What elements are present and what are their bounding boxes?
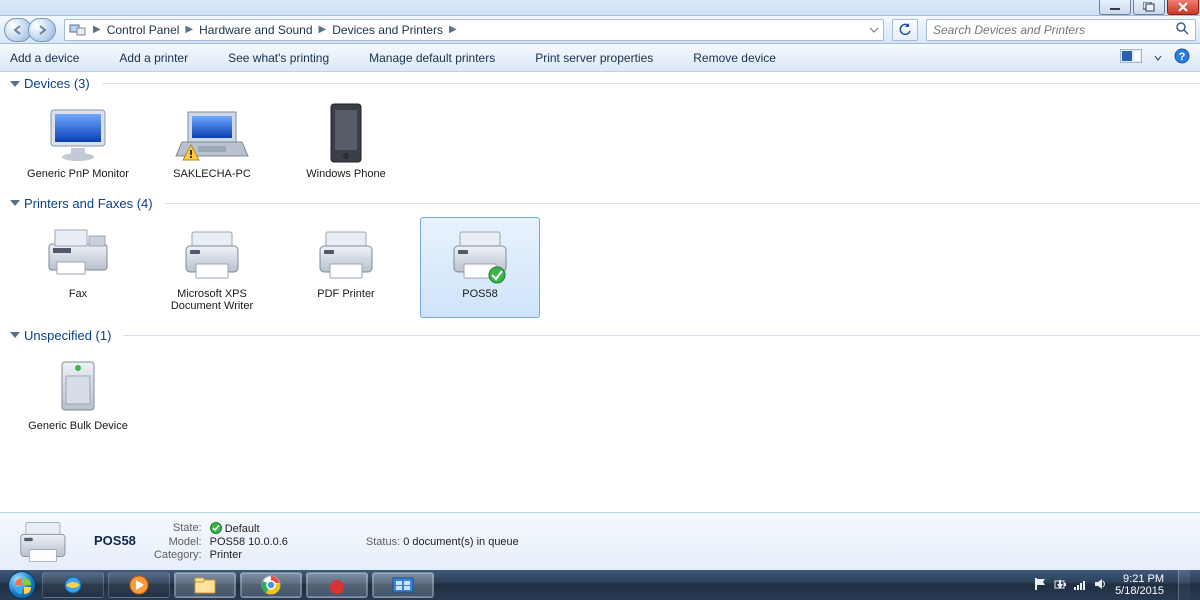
details-status-value: 0 document(s) in queue [403, 536, 519, 548]
search-input[interactable] [933, 23, 1175, 37]
printer-label: Fax [69, 288, 87, 301]
printer-item-xps[interactable]: Microsoft XPS Document Writer [152, 217, 272, 318]
group-unspecified: Unspecified (1) Generic Bulk Device [8, 328, 1200, 438]
minimize-button[interactable] [1099, 0, 1131, 15]
warning-badge-icon [182, 144, 200, 162]
tray-volume-icon[interactable] [1093, 577, 1107, 594]
monitor-icon [38, 102, 118, 166]
group-header-devices[interactable]: Devices (3) [8, 76, 1200, 91]
printer-item-fax[interactable]: Fax [18, 217, 138, 318]
group-header-printers[interactable]: Printers and Faxes (4) [8, 196, 1200, 211]
group-title: Printers and Faxes (4) [24, 196, 153, 211]
refresh-button[interactable] [892, 19, 918, 41]
printer-label: PDF Printer [317, 288, 374, 301]
device-label: Generic PnP Monitor [27, 168, 129, 181]
laptop-icon [172, 102, 252, 166]
content-area: Devices (3) Generic PnP Monitor SAKLECHA… [0, 72, 1200, 512]
device-item-monitor[interactable]: Generic PnP Monitor [18, 97, 138, 186]
taskbar-ie[interactable] [42, 572, 104, 598]
details-printer-icon [12, 518, 76, 566]
details-category-value: Printer [210, 549, 288, 561]
device-item-bulk[interactable]: Generic Bulk Device [18, 349, 138, 438]
cmd-server-props[interactable]: Print server properties [535, 51, 653, 65]
group-header-unspecified[interactable]: Unspecified (1) [8, 328, 1200, 343]
breadcrumb-hardware-sound[interactable]: Hardware and Sound [199, 23, 312, 37]
details-model-value: POS58 10.0.0.6 [210, 536, 288, 548]
cmd-manage-default[interactable]: Manage default printers [369, 51, 495, 65]
search-box[interactable] [926, 19, 1196, 41]
phone-icon [306, 102, 386, 166]
cmd-remove-device[interactable]: Remove device [693, 51, 776, 65]
collapse-icon [10, 200, 20, 206]
cmd-add-printer[interactable]: Add a printer [119, 51, 188, 65]
start-button[interactable] [4, 570, 40, 600]
device-item-phone[interactable]: Windows Phone [286, 97, 406, 186]
preview-pane-button[interactable] [1120, 49, 1142, 66]
window-controls [0, 0, 1200, 16]
chevron-right-icon: ▶ [91, 24, 103, 35]
device-label: Windows Phone [306, 168, 386, 181]
help-button[interactable]: ? [1174, 48, 1190, 67]
taskbar-control-panel[interactable] [372, 572, 434, 598]
printer-icon [440, 222, 520, 286]
devices-icon [69, 22, 87, 38]
cmd-see-printing[interactable]: See what's printing [228, 51, 329, 65]
printer-label: Microsoft XPS Document Writer [157, 288, 267, 313]
printer-icon [172, 222, 252, 286]
command-bar: Add a device Add a printer See what's pr… [0, 44, 1200, 72]
show-desktop-button[interactable] [1178, 570, 1190, 600]
address-dropdown[interactable] [462, 19, 884, 41]
group-printers: Printers and Faxes (4) Fax Microsoft XPS… [8, 196, 1200, 318]
cmd-add-device[interactable]: Add a device [10, 51, 79, 65]
system-tray: 9:21 PM 5/18/2015 [1033, 570, 1196, 600]
tray-network-icon[interactable] [1073, 577, 1087, 594]
taskbar-chrome[interactable] [240, 572, 302, 598]
drive-icon [38, 354, 118, 418]
details-pane: POS58 State: Default Model: POS58 10.0.0… [0, 512, 1200, 570]
taskbar-explorer[interactable] [174, 572, 236, 598]
group-title: Unspecified (1) [24, 328, 111, 343]
group-title: Devices (3) [24, 76, 90, 91]
tray-time: 9:21 PM [1115, 573, 1164, 585]
chevron-right-icon: ▶ [447, 24, 459, 35]
tray-power-icon[interactable] [1053, 577, 1067, 594]
breadcrumb-control-panel[interactable]: Control Panel [107, 23, 180, 37]
fax-icon [38, 222, 118, 286]
details-title: POS58 [94, 533, 136, 548]
breadcrumb[interactable]: ▶ Control Panel ▶ Hardware and Sound ▶ D… [64, 19, 464, 41]
details-state-label: State: [154, 522, 202, 535]
printer-icon [306, 222, 386, 286]
collapse-icon [10, 81, 20, 87]
tray-date: 5/18/2015 [1115, 585, 1164, 597]
group-devices: Devices (3) Generic PnP Monitor SAKLECHA… [8, 76, 1200, 186]
nav-forward-button[interactable] [28, 18, 56, 42]
chevron-right-icon: ▶ [183, 24, 195, 35]
details-model-label: Model: [154, 536, 202, 548]
device-label: SAKLECHA-PC [173, 168, 251, 181]
svg-text:?: ? [1179, 51, 1186, 63]
default-check-badge-icon [488, 266, 506, 284]
address-bar: ▶ Control Panel ▶ Hardware and Sound ▶ D… [0, 16, 1200, 44]
search-icon[interactable] [1175, 21, 1189, 38]
chevron-right-icon: ▶ [317, 24, 329, 35]
device-label: Generic Bulk Device [28, 420, 128, 433]
printer-label: POS58 [462, 288, 497, 301]
details-state-value: Default [210, 522, 288, 535]
device-item-pc[interactable]: SAKLECHA-PC [152, 97, 272, 186]
taskbar: 9:21 PM 5/18/2015 [0, 570, 1200, 600]
collapse-icon [10, 332, 20, 338]
tray-flag-icon[interactable] [1033, 577, 1047, 594]
printer-item-pdf[interactable]: PDF Printer [286, 217, 406, 318]
taskbar-media-player[interactable] [108, 572, 170, 598]
close-button[interactable] [1167, 0, 1199, 15]
printer-item-pos58[interactable]: POS58 [420, 217, 540, 318]
details-status-label: Status: [366, 536, 400, 548]
breadcrumb-devices-printers[interactable]: Devices and Printers [332, 23, 443, 37]
tray-clock[interactable]: 9:21 PM 5/18/2015 [1115, 573, 1164, 597]
maximize-button[interactable] [1133, 0, 1165, 15]
taskbar-app-apple[interactable] [306, 572, 368, 598]
details-category-label: Category: [154, 549, 202, 561]
chevron-down-icon[interactable] [1154, 55, 1162, 61]
